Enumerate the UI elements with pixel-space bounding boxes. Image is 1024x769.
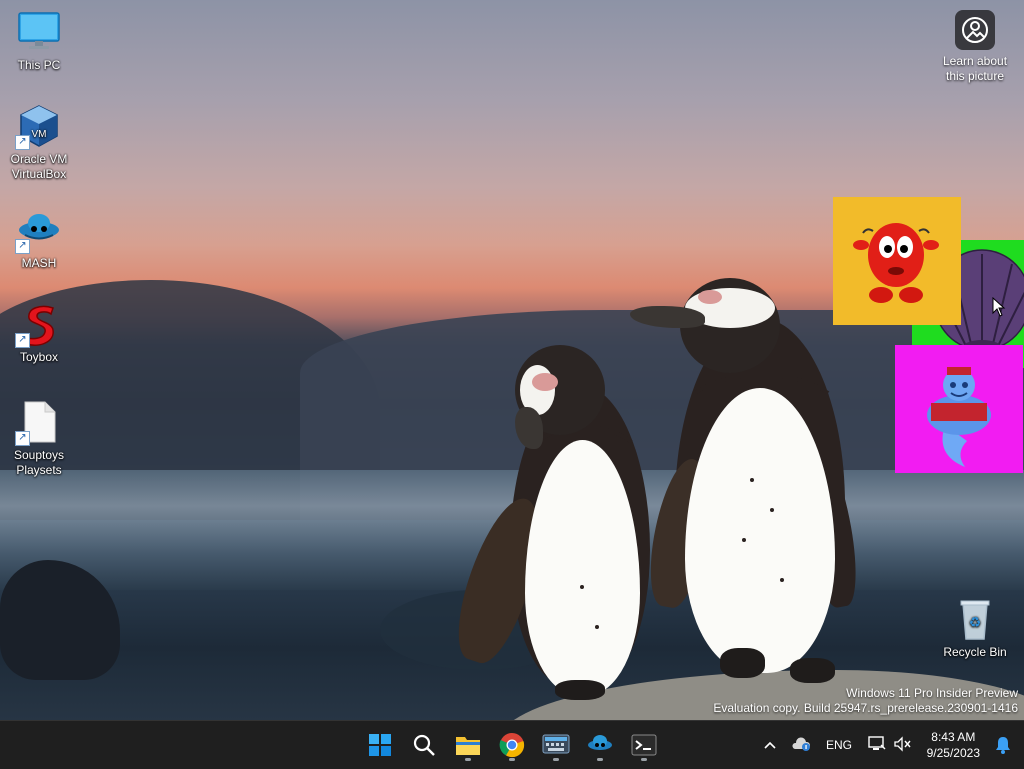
desktop-icon-oracle-virtualbox[interactable]: VM ↗ Oracle VM VirtualBox bbox=[2, 104, 76, 182]
learn-about-picture-label: Learn about this picture bbox=[942, 54, 1008, 83]
running-indicator bbox=[465, 758, 471, 761]
taskbar-clock[interactable]: 8:43 AM 9/25/2023 bbox=[927, 729, 980, 761]
desktop-icon-label: Recycle Bin bbox=[943, 645, 1007, 659]
taskbar: ENG 8:43 AM 9/25/2023 bbox=[0, 720, 1024, 769]
toy-genie[interactable] bbox=[895, 345, 1023, 473]
search-icon bbox=[413, 734, 435, 756]
desktop-wallpaper bbox=[0, 0, 1024, 720]
penguin-right bbox=[630, 278, 865, 698]
mash-icon: ↗ bbox=[15, 208, 61, 254]
taskbar-chrome[interactable] bbox=[494, 727, 530, 763]
language-indicator[interactable]: ENG bbox=[826, 738, 852, 752]
desktop-icon-label: This PC bbox=[17, 58, 61, 72]
shortcut-arrow-icon: ↗ bbox=[15, 135, 30, 150]
clock-time: 8:43 AM bbox=[931, 730, 976, 744]
svg-text:VM: VM bbox=[32, 129, 47, 140]
running-indicator bbox=[553, 758, 559, 761]
recycle-bin-icon: ♻ bbox=[953, 597, 997, 641]
taskbar-mash[interactable] bbox=[582, 727, 618, 763]
red-creature-icon bbox=[853, 223, 939, 303]
toy-red-creature[interactable] bbox=[833, 197, 961, 325]
chevron-up-icon[interactable] bbox=[760, 738, 780, 752]
toybox-s-icon: ↗ bbox=[15, 302, 61, 348]
running-indicator bbox=[509, 758, 515, 761]
windows-start-icon bbox=[369, 734, 391, 756]
terminal-icon bbox=[631, 734, 657, 756]
desktop-icon-toybox[interactable]: ↗ Toybox bbox=[2, 302, 76, 365]
desktop-icon-label: MASH bbox=[21, 256, 57, 270]
watermark-line2: Evaluation copy. Build 25947.rs_prerelea… bbox=[713, 701, 1018, 715]
svg-text:♻: ♻ bbox=[969, 614, 982, 630]
notification-bell-icon[interactable] bbox=[994, 735, 1012, 760]
camera-spotlight-icon bbox=[955, 10, 995, 50]
desktop-icon-recycle-bin[interactable]: ♻ Recycle Bin bbox=[938, 597, 1012, 660]
blank-file-icon: ↗ bbox=[15, 400, 61, 446]
running-indicator bbox=[641, 758, 647, 761]
chrome-icon bbox=[499, 733, 525, 758]
file-explorer-icon bbox=[456, 737, 480, 755]
genie-icon bbox=[927, 367, 991, 467]
clock-date: 9/25/2023 bbox=[926, 746, 980, 760]
mouse-cursor-icon bbox=[992, 297, 1006, 317]
monitor-icon bbox=[17, 10, 61, 54]
system-tray: ENG bbox=[760, 721, 912, 769]
search-button[interactable] bbox=[406, 727, 442, 763]
os-evaluation-watermark: Windows 11 Pro Insider Preview Evaluatio… bbox=[713, 686, 1018, 716]
network-icon[interactable] bbox=[868, 735, 886, 755]
onedrive-icon[interactable] bbox=[788, 736, 814, 754]
volume-muted-icon[interactable] bbox=[894, 735, 912, 755]
watermark-line1: Windows 11 Pro Insider Preview bbox=[846, 686, 1018, 700]
desktop-icon-label: Souptoys Playsets bbox=[13, 448, 65, 477]
keyboard-app-icon bbox=[542, 734, 570, 754]
learn-about-picture[interactable]: Learn about this picture bbox=[936, 10, 1014, 84]
shortcut-arrow-icon: ↗ bbox=[15, 431, 30, 446]
desktop-icon-souptoys-playsets[interactable]: ↗ Souptoys Playsets bbox=[2, 400, 76, 478]
desktop-icon-mash[interactable]: ↗ MASH bbox=[2, 208, 76, 271]
desktop-icon-label: Oracle VM VirtualBox bbox=[10, 152, 68, 181]
desktop-icon-this-pc[interactable]: This PC bbox=[2, 10, 76, 73]
shortcut-arrow-icon: ↗ bbox=[15, 333, 30, 348]
taskbar-terminal[interactable] bbox=[626, 727, 662, 763]
mash-genie-icon bbox=[588, 735, 612, 750]
running-indicator bbox=[597, 758, 603, 761]
start-button[interactable] bbox=[362, 727, 398, 763]
shortcut-arrow-icon: ↗ bbox=[15, 239, 30, 254]
taskbar-file-explorer[interactable] bbox=[450, 727, 486, 763]
virtualbox-icon: VM ↗ bbox=[15, 104, 61, 150]
taskbar-keyboard-app[interactable] bbox=[538, 727, 574, 763]
desktop-icon-label: Toybox bbox=[19, 350, 59, 364]
